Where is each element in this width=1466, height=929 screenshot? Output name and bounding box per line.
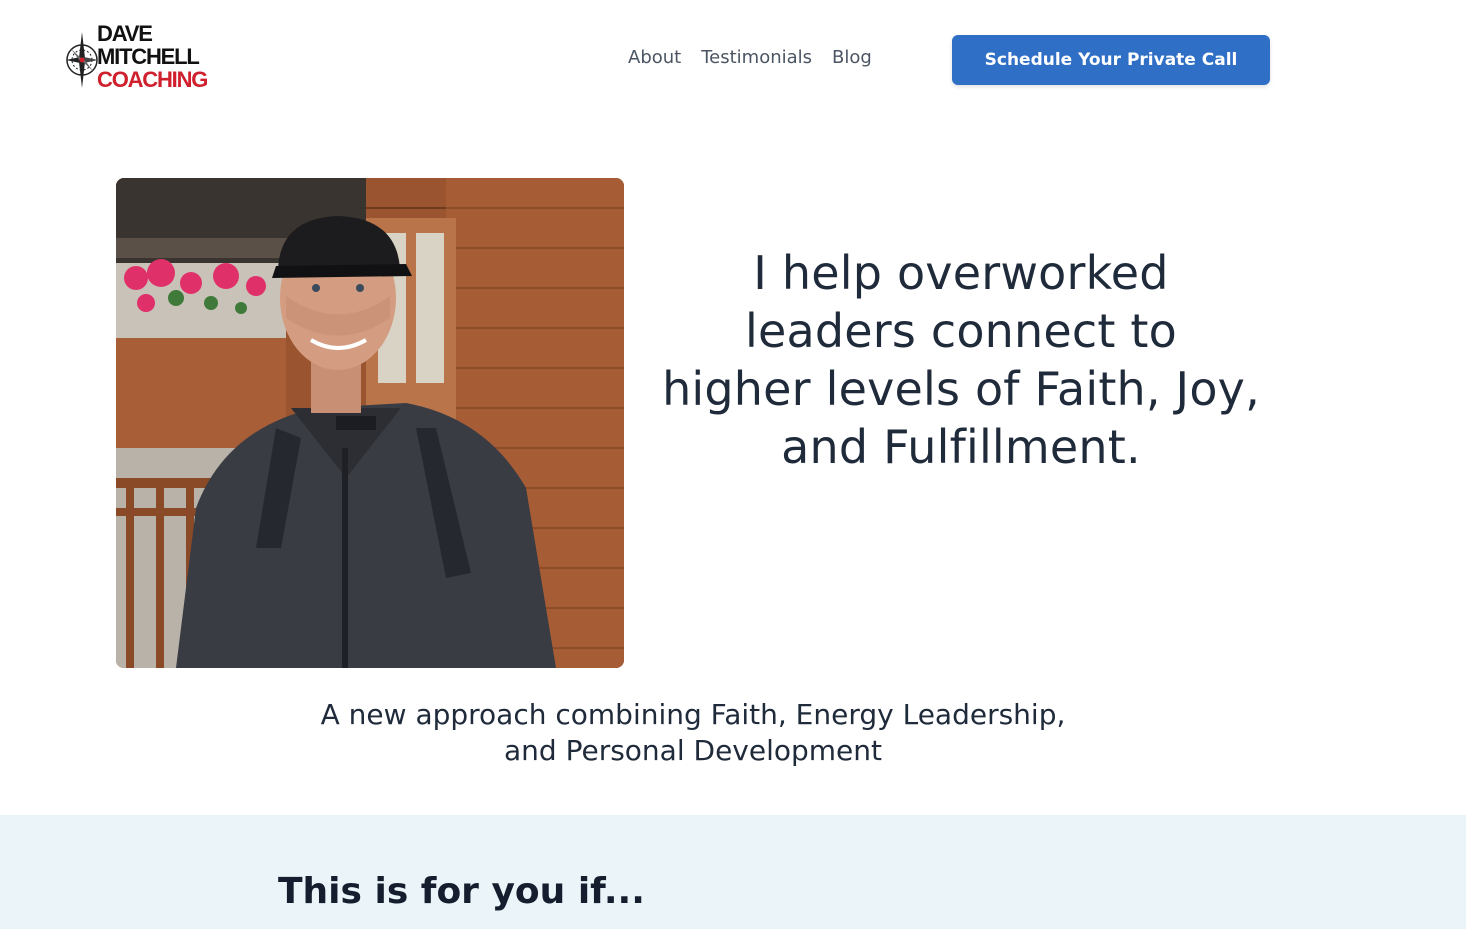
headline-line-2: leaders connect to — [744, 304, 1178, 358]
portrait-illustration — [116, 178, 624, 668]
logo-line-dave: DAVE — [97, 21, 153, 46]
main-nav: About Testimonials Blog — [628, 46, 892, 70]
headline-line-3: higher levels of Faith, Joy, — [662, 362, 1260, 416]
headline-line-4: and Fulfillment. — [781, 420, 1141, 474]
audience-section — [0, 815, 1466, 929]
portrait-photo — [116, 178, 624, 668]
hero-headline: I help overworked leaders connect to hig… — [648, 244, 1274, 476]
subhead-line-2: and Personal Development — [504, 734, 882, 767]
schedule-call-button[interactable]: Schedule Your Private Call — [952, 35, 1270, 85]
section-title: This is for you if... — [278, 871, 645, 912]
nav-link-testimonials[interactable]: Testimonials — [701, 46, 812, 70]
page: DAVE MITCHELL COACHING About Testimonial… — [0, 0, 1466, 929]
site-header: DAVE MITCHELL COACHING About Testimonial… — [0, 0, 1466, 118]
compass-icon — [66, 32, 98, 88]
logo-wordmark: DAVE MITCHELL COACHING — [97, 21, 208, 92]
subhead-line-1: A new approach combining Faith, Energy L… — [320, 698, 1066, 731]
nav-link-blog[interactable]: Blog — [832, 46, 872, 70]
headline-line-1: I help overworked — [753, 246, 1169, 300]
nav-link-about[interactable]: About — [628, 46, 681, 70]
logo-line-coaching: COACHING — [97, 67, 208, 92]
hero-subheading: A new approach combining Faith, Energy L… — [240, 697, 1146, 769]
logo-line-mitchell: MITCHELL — [97, 44, 200, 69]
site-logo[interactable]: DAVE MITCHELL COACHING — [62, 16, 222, 102]
